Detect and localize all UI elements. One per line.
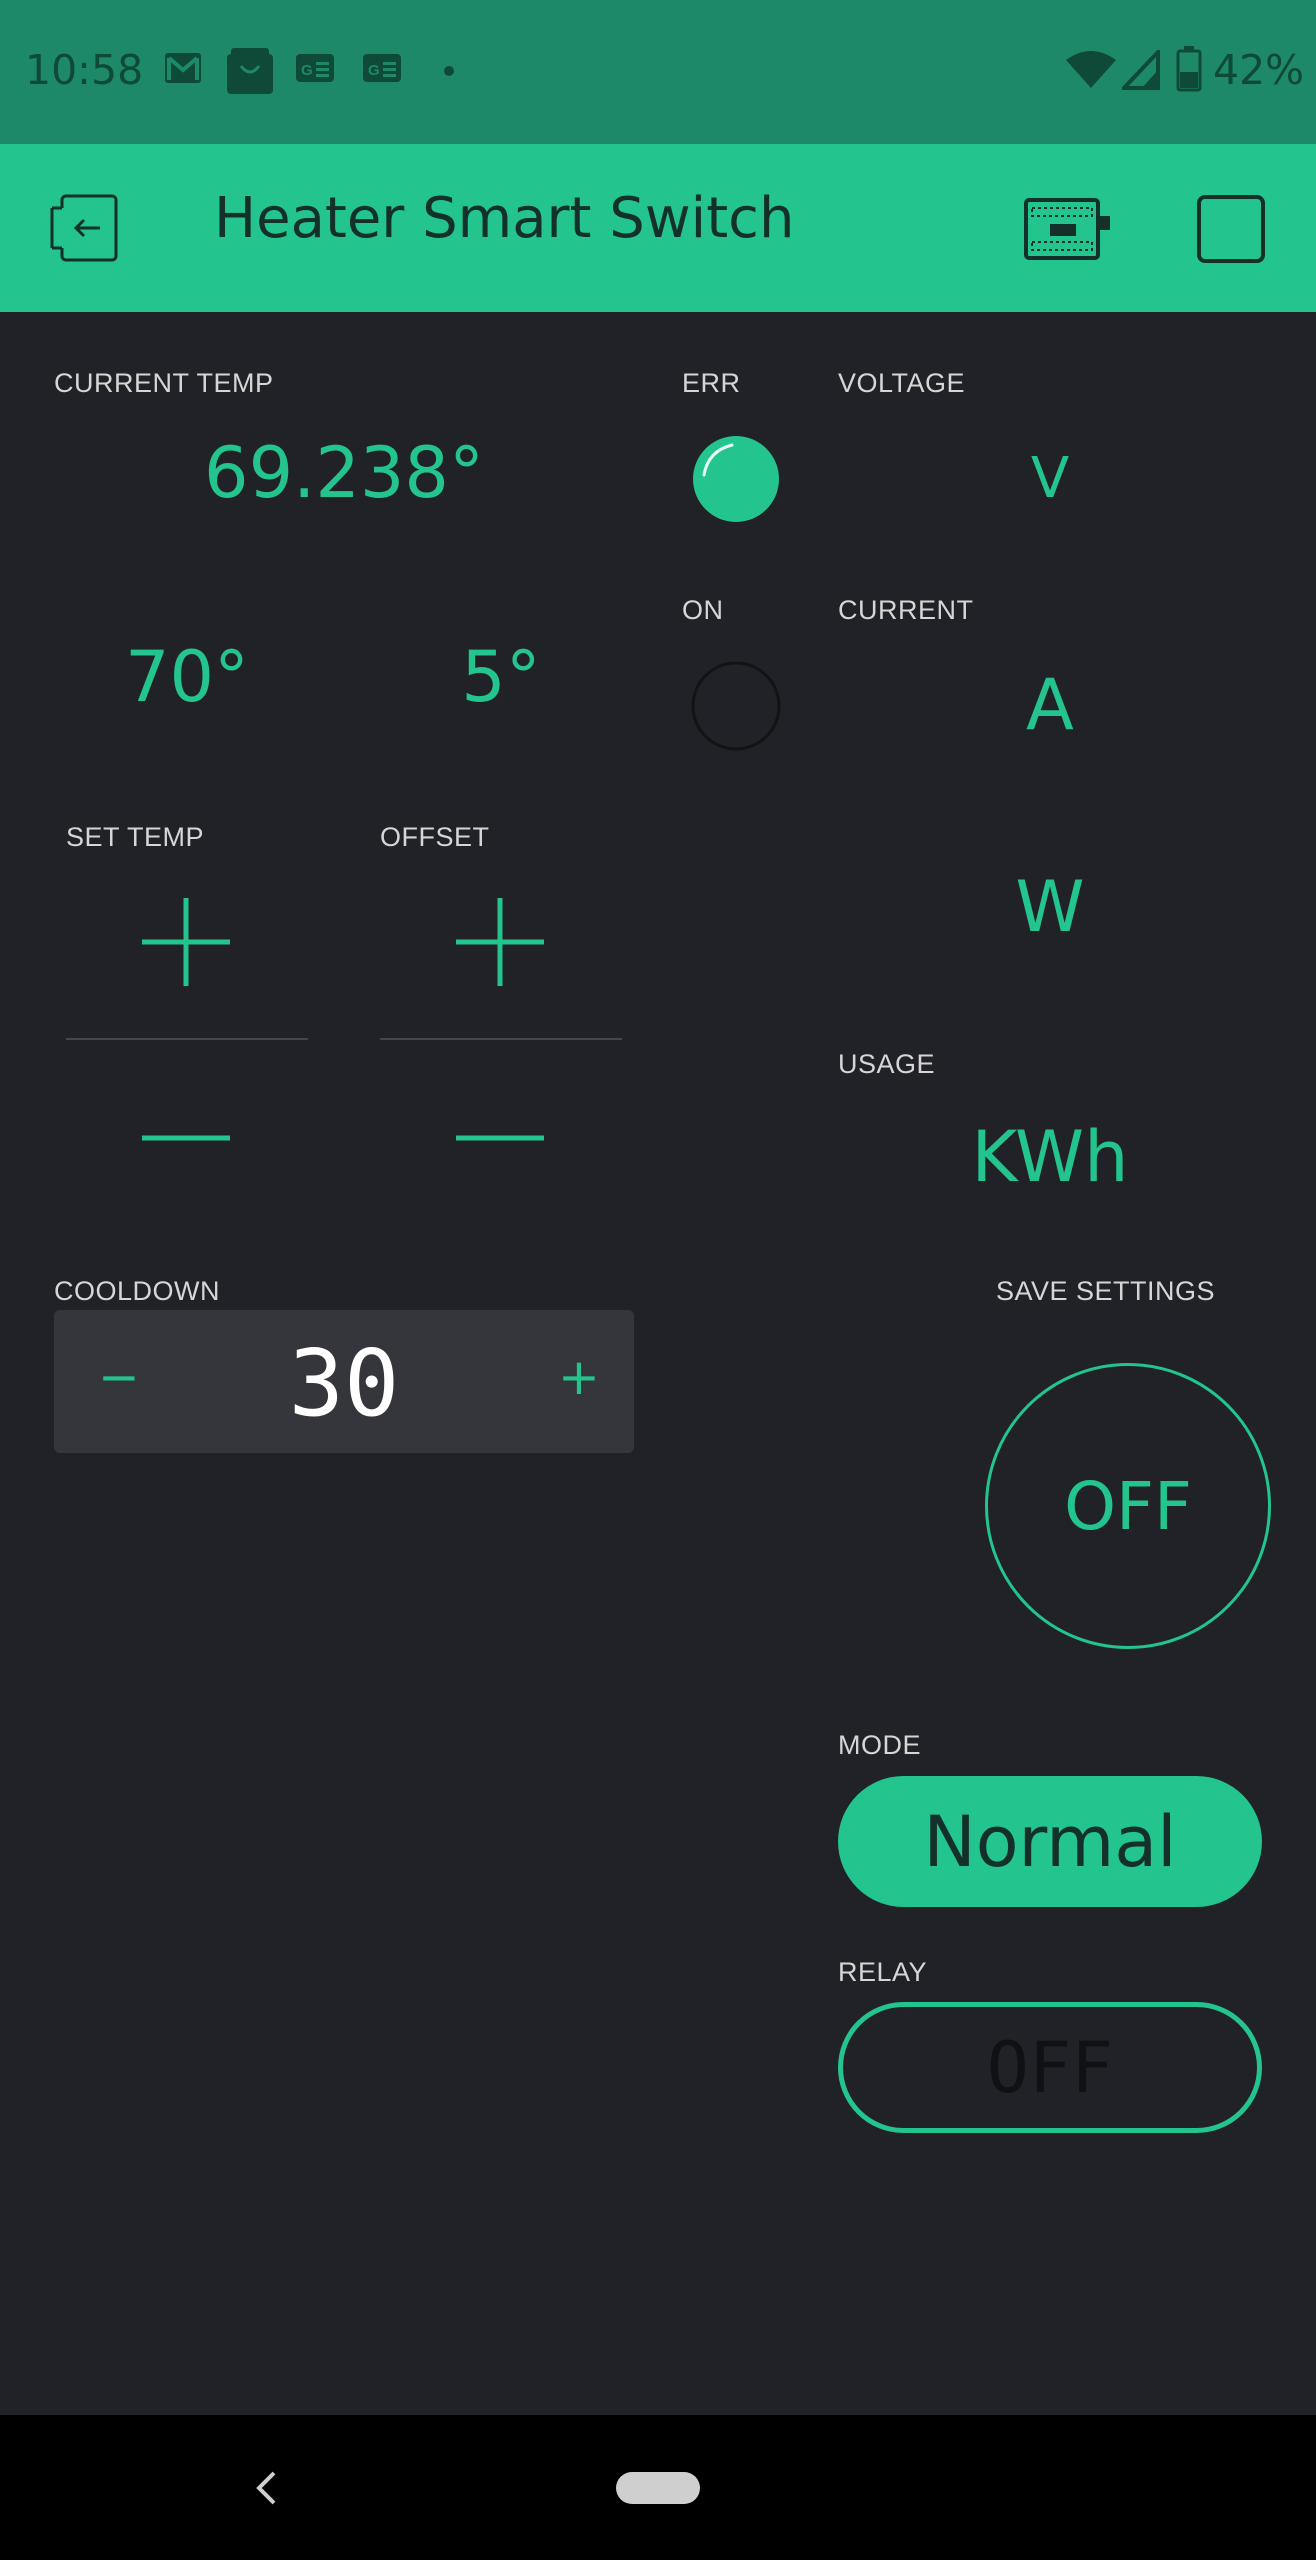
status-time: 10:58 [25,46,144,94]
offset-label: OFFSET [380,822,490,852]
home-button[interactable] [616,2472,700,2504]
status-bar: 10:58 G G 42% [0,0,1316,144]
back-icon[interactable] [254,2470,278,2506]
app-title: Heater Smart Switch [214,186,795,251]
voltage-value: V [1030,446,1070,511]
set-temp-label: SET TEMP [66,822,205,852]
cooldown-stepper: − 30 + [54,1310,634,1453]
more-notifications-dot [444,66,454,76]
google-news-icon: G [363,54,401,82]
svg-text:G: G [368,62,380,79]
svg-text:G: G [301,62,313,79]
offset-plus-icon[interactable] [454,896,546,988]
cell-signal-icon [1122,50,1160,90]
app-bar: Heater Smart Switch [0,144,1316,312]
set-temp-divider [66,1038,308,1040]
cooldown-minus-button[interactable]: − [94,1348,144,1406]
exit-icon[interactable] [48,194,120,262]
current-temp-label: CURRENT TEMP [54,368,274,398]
set-temp-minus-icon[interactable] [140,1128,232,1148]
err-label: ERR [682,368,741,398]
current-label: CURRENT [838,595,974,625]
battery-icon [1176,46,1202,92]
cooldown-plus-button[interactable]: + [554,1348,604,1406]
save-settings-label: SAVE SETTINGS [996,1276,1216,1306]
on-led [691,661,781,751]
voltage-label: VOLTAGE [838,368,966,398]
err-led [693,436,779,522]
stop-icon[interactable] [1196,194,1266,264]
current-value: A [1026,664,1074,746]
relay-label: RELAY [838,1957,928,1987]
mode-label: MODE [838,1730,921,1760]
on-label: ON [682,595,724,625]
power-value: W [1015,866,1085,948]
battery-percentage: 42% [1213,46,1305,94]
shopping-bag-icon [227,48,273,94]
set-temp-plus-icon[interactable] [140,896,232,988]
cooldown-label: COOLDOWN [54,1276,220,1306]
offset-value: 5° [461,636,541,718]
offset-divider [380,1038,622,1040]
gmail-icon [165,53,201,83]
usage-label: USAGE [838,1049,936,1079]
mode-button[interactable]: Normal [838,1776,1262,1907]
usage-value: KWh [971,1116,1129,1198]
google-news-icon: G [296,54,334,82]
save-settings-button[interactable]: OFF [985,1363,1271,1649]
current-temp-value: 69.238° [204,432,484,514]
device-icon[interactable] [1024,198,1112,262]
relay-button[interactable]: OFF [838,2002,1262,2133]
wifi-icon [1066,51,1116,88]
set-temp-value: 70° [124,636,250,718]
offset-minus-icon[interactable] [454,1128,546,1148]
cooldown-value: 30 [288,1330,400,1437]
